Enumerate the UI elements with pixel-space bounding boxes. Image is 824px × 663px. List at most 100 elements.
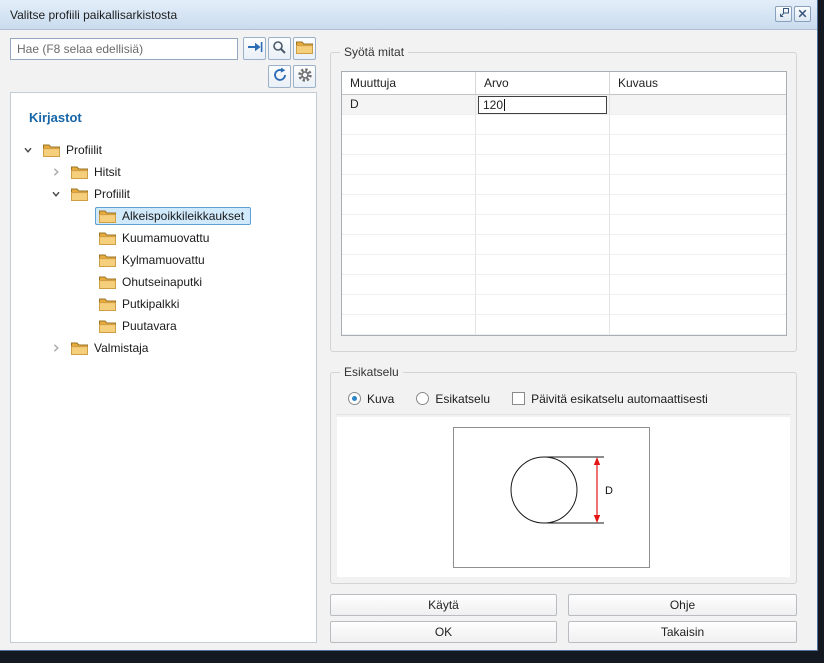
- refresh-button[interactable]: [268, 65, 291, 88]
- folder-icon: [43, 143, 60, 157]
- dock-button[interactable]: [775, 6, 792, 22]
- apply-button[interactable]: Käytä: [330, 594, 557, 616]
- empty-cell[interactable]: [476, 115, 610, 135]
- empty-cell[interactable]: [342, 155, 476, 175]
- empty-cell[interactable]: [342, 295, 476, 315]
- empty-cell[interactable]: [476, 255, 610, 275]
- empty-cell[interactable]: [342, 275, 476, 295]
- value-input[interactable]: 120: [478, 96, 607, 114]
- variable-cell[interactable]: D: [342, 95, 476, 115]
- empty-cell[interactable]: [610, 195, 786, 215]
- auto-update-group[interactable]: Päivitä esikatselu automaattisesti: [512, 392, 708, 406]
- empty-cell[interactable]: [342, 115, 476, 135]
- folder-icon: [99, 319, 116, 333]
- folder-icon: [296, 40, 313, 57]
- chevron-right-icon[interactable]: [51, 343, 61, 353]
- profile-drawing: D: [453, 427, 650, 568]
- tree-item-valmistaja[interactable]: Valmistaja: [11, 337, 316, 359]
- auto-update-checkbox[interactable]: [512, 392, 525, 405]
- tree-item-label: Hitsit: [94, 165, 121, 179]
- tree-item-label: Kuumamuovattu: [122, 231, 209, 245]
- column-header-muuttuja[interactable]: Muuttuja: [342, 72, 476, 95]
- empty-cell[interactable]: [610, 235, 786, 255]
- tree-item-ohutseinaputki[interactable]: Ohutseinaputki: [11, 271, 316, 293]
- column-header-kuvaus[interactable]: Kuvaus: [610, 72, 786, 95]
- tree-item-putkipalkki[interactable]: Putkipalkki: [11, 293, 316, 315]
- empty-cell[interactable]: [610, 215, 786, 235]
- empty-cell[interactable]: [342, 315, 476, 335]
- chevron-down-icon[interactable]: [51, 189, 61, 199]
- empty-cell[interactable]: [610, 295, 786, 315]
- titlebar[interactable]: Valitse profiili paikallisarkistosta: [0, 0, 817, 30]
- tree-item-hitsit[interactable]: Hitsit: [11, 161, 316, 183]
- empty-cell[interactable]: [610, 155, 786, 175]
- empty-cell[interactable]: [610, 315, 786, 335]
- tree-item-label: Profiilit: [94, 187, 130, 201]
- empty-cell[interactable]: [342, 255, 476, 275]
- empty-cell[interactable]: [610, 255, 786, 275]
- tree-item-profiilit[interactable]: Profiilit: [11, 139, 316, 161]
- dock-icon: [779, 5, 789, 23]
- go-search-button[interactable]: [243, 37, 266, 60]
- empty-cell[interactable]: [342, 135, 476, 155]
- preview-radio[interactable]: [416, 392, 429, 405]
- tree-item-alkeispoikkileikkaukset[interactable]: Alkeispoikkileikkaukset: [11, 205, 316, 227]
- profile-catalog-dialog: Valitse profiili paikallisarkistosta: [0, 0, 818, 651]
- preview-radio-label: Esikatselu: [435, 392, 490, 406]
- empty-cell[interactable]: [342, 215, 476, 235]
- search-button[interactable]: [268, 37, 291, 60]
- window-title: Valitse profiili paikallisarkistosta: [10, 8, 177, 22]
- description-cell[interactable]: [610, 95, 786, 115]
- empty-cell[interactable]: [476, 315, 610, 335]
- empty-cell[interactable]: [610, 275, 786, 295]
- browse-folder-button[interactable]: [293, 37, 316, 60]
- radio-kuva-group[interactable]: Kuva: [348, 392, 394, 406]
- empty-cell[interactable]: [476, 155, 610, 175]
- empty-cell[interactable]: [476, 295, 610, 315]
- chevron-none: [79, 321, 89, 331]
- close-button[interactable]: [794, 6, 811, 22]
- empty-cell[interactable]: [610, 115, 786, 135]
- picture-radio[interactable]: [348, 392, 361, 405]
- empty-cell[interactable]: [476, 175, 610, 195]
- tree-item-kuumamuovattu[interactable]: Kuumamuovattu: [11, 227, 316, 249]
- tree-item-kylmamuovattu[interactable]: Kylmamuovattu: [11, 249, 316, 271]
- preview-group-label: Esikatselu: [340, 365, 403, 379]
- tree-item-profiilit[interactable]: Profiilit: [11, 183, 316, 205]
- refresh-icon: [272, 67, 288, 86]
- empty-cell[interactable]: [342, 195, 476, 215]
- preview-area: D: [337, 417, 790, 577]
- empty-cell[interactable]: [610, 175, 786, 195]
- column-header-arvo[interactable]: Arvo: [476, 72, 610, 95]
- chevron-none: [79, 211, 89, 221]
- tree-item-label: Valmistaja: [94, 341, 148, 355]
- empty-cell[interactable]: [476, 195, 610, 215]
- tree-item-label: Puutavara: [122, 319, 177, 333]
- value-cell[interactable]: 120: [476, 95, 610, 115]
- empty-cell[interactable]: [476, 215, 610, 235]
- dimensions-table: MuuttujaArvoKuvaus D120: [341, 71, 787, 336]
- folder-icon: [99, 209, 116, 223]
- go-arrow-icon: [247, 40, 263, 57]
- chevron-none: [79, 277, 89, 287]
- chevron-right-icon[interactable]: [51, 167, 61, 177]
- radio-esikatselu-group[interactable]: Esikatselu: [416, 392, 490, 406]
- back-button[interactable]: Takaisin: [568, 621, 797, 643]
- empty-cell[interactable]: [610, 135, 786, 155]
- chevron-none: [79, 255, 89, 265]
- empty-cell[interactable]: [476, 135, 610, 155]
- enter-dimensions-label: Syötä mitat: [340, 45, 408, 59]
- empty-cell[interactable]: [342, 175, 476, 195]
- settings-button[interactable]: [293, 65, 316, 88]
- empty-cell[interactable]: [342, 235, 476, 255]
- empty-cell[interactable]: [476, 235, 610, 255]
- ok-button[interactable]: OK: [330, 621, 557, 643]
- help-button[interactable]: Ohje: [568, 594, 797, 616]
- chevron-down-icon[interactable]: [23, 145, 33, 155]
- empty-cell[interactable]: [476, 275, 610, 295]
- dimension-label: D: [605, 485, 613, 497]
- search-input[interactable]: [10, 38, 238, 60]
- folder-icon: [71, 165, 88, 179]
- chevron-none: [79, 299, 89, 309]
- tree-item-puutavara[interactable]: Puutavara: [11, 315, 316, 337]
